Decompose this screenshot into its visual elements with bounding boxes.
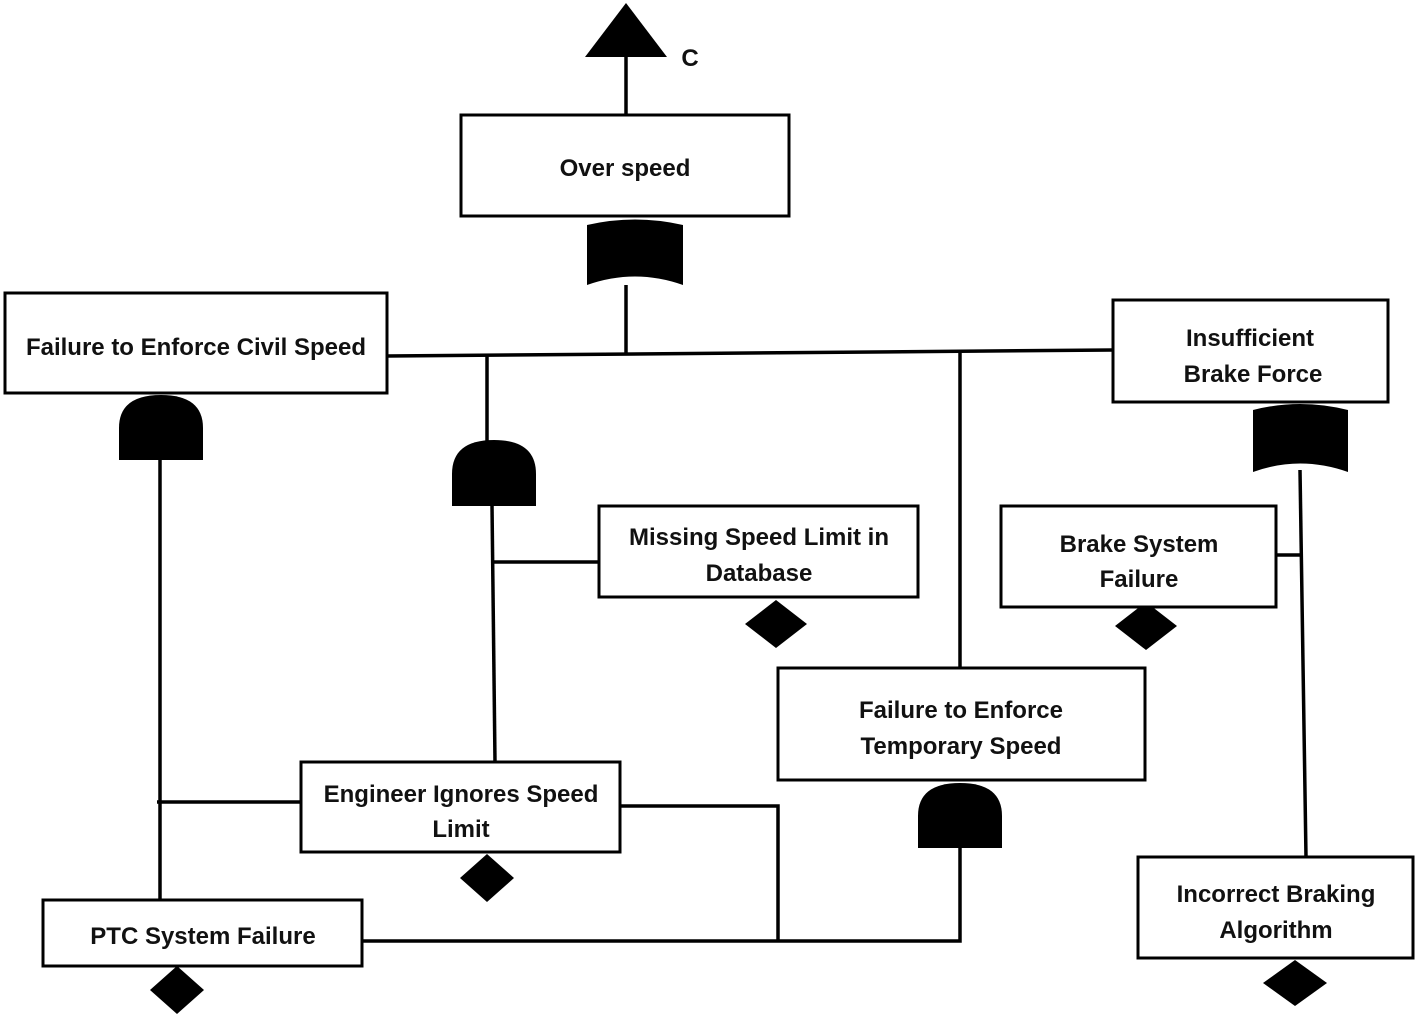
event-missing-speed-limit: Missing Speed Limit in Database: [597, 504, 920, 599]
event-failure-temporary-speed: Failure to Enforce Temporary Speed: [776, 666, 1147, 782]
svg-text:Temporary Speed: Temporary Speed: [861, 733, 1062, 760]
and-gate-icon: [452, 440, 536, 506]
basic-event-diamond-icon: [1115, 602, 1177, 650]
and-gate-icon: [918, 783, 1002, 848]
transfer-triangle-icon: [585, 3, 667, 57]
svg-text:Incorrect Braking: Incorrect Braking: [1177, 881, 1376, 908]
basic-event-diamond-icon: [745, 600, 807, 648]
svg-text:Engineer Ignores Speed: Engineer Ignores Speed: [324, 781, 599, 808]
event-ptc-system-failure: PTC System Failure: [41, 898, 364, 968]
connector: [620, 804, 780, 941]
svg-text:Failure to Enforce Civil Speed: Failure to Enforce Civil Speed: [26, 334, 366, 361]
svg-text:Database: Database: [706, 560, 813, 587]
connector: [386, 348, 1114, 358]
and-gate-icon: [119, 395, 203, 460]
svg-text:Algorithm: Algorithm: [1219, 917, 1332, 944]
event-engineer-ignores-speed-limit: Engineer Ignores Speed Limit: [299, 760, 622, 854]
event-incorrect-braking-algorithm: Incorrect Braking Algorithm: [1136, 855, 1415, 960]
svg-text:PTC System Failure: PTC System Failure: [90, 923, 315, 950]
basic-event-diamond-icon: [460, 854, 514, 902]
connector: [1298, 469, 1308, 858]
svg-text:Brake System: Brake System: [1060, 531, 1219, 558]
event-insufficient-brake-force: Insufficient Brake Force: [1111, 298, 1390, 404]
svg-text:Brake Force: Brake Force: [1184, 361, 1323, 388]
connector: [362, 846, 962, 943]
event-brake-system-failure: Brake System Failure: [999, 504, 1278, 609]
or-gate-icon: [1253, 404, 1348, 472]
transfer-label: C: [681, 45, 698, 72]
svg-text:Failure: Failure: [1100, 566, 1179, 593]
basic-event-diamond-icon: [150, 966, 204, 1014]
svg-text:Over speed: Over speed: [560, 155, 691, 182]
or-gate-icon: [587, 219, 683, 285]
svg-text:Missing Speed Limit in: Missing Speed Limit in: [629, 524, 889, 551]
svg-text:Failure to Enforce: Failure to Enforce: [859, 697, 1063, 724]
fault-tree-diagram: C Over speed Failure to Enforce Civil Sp…: [0, 0, 1418, 1019]
event-over-speed: Over speed: [459, 113, 791, 218]
basic-event-diamond-icon: [1263, 960, 1327, 1006]
svg-text:Insufficient: Insufficient: [1186, 325, 1314, 352]
fault-tree-canvas: C Over speed Failure to Enforce Civil Sp…: [3, 3, 1415, 1014]
event-failure-civil-speed: Failure to Enforce Civil Speed: [3, 291, 389, 395]
connector: [490, 504, 497, 763]
svg-text:Limit: Limit: [432, 816, 489, 843]
